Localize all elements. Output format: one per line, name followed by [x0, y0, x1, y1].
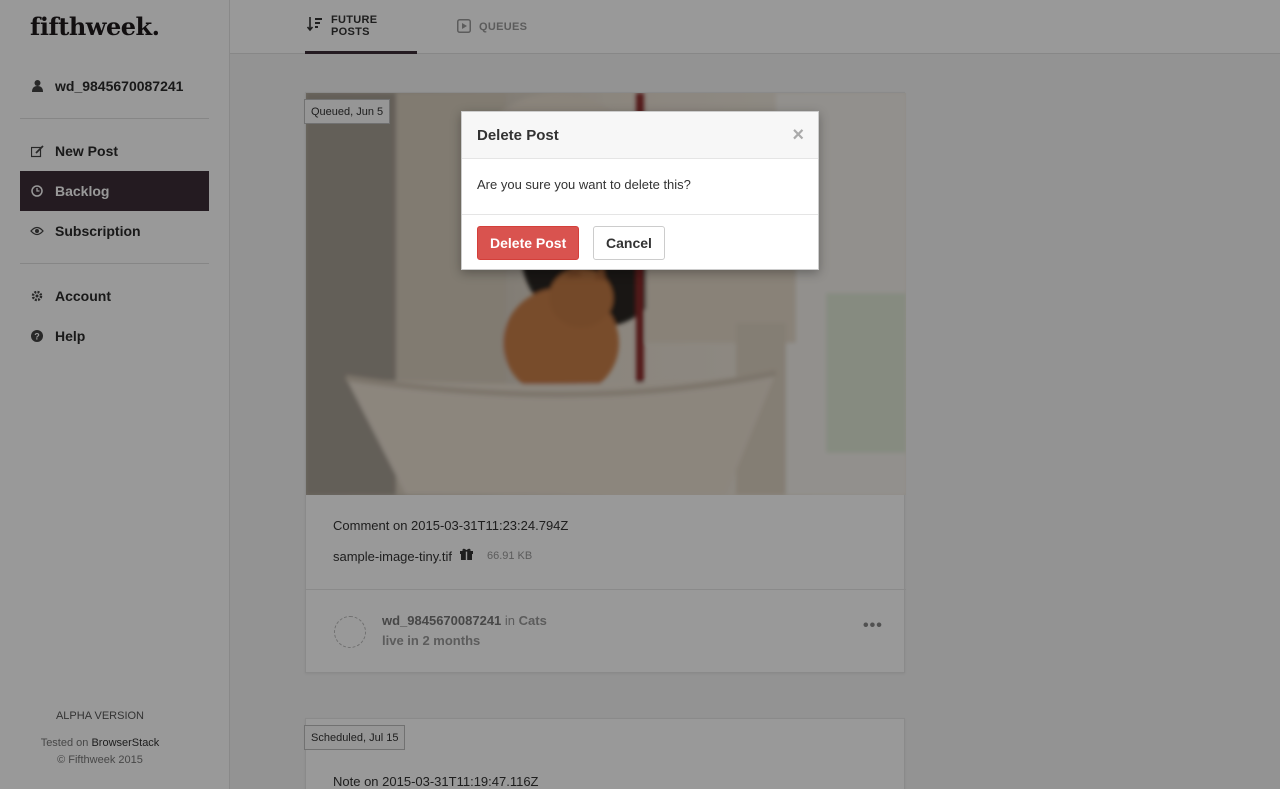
modal-title: Delete Post: [477, 127, 559, 144]
cancel-button[interactable]: Cancel: [593, 226, 665, 260]
delete-post-button[interactable]: Delete Post: [477, 226, 580, 260]
modal-body: Are you sure you want to delete this?: [462, 159, 818, 215]
modal-footer: Delete Post Cancel: [462, 215, 818, 269]
modal-header: Delete Post ×: [462, 112, 818, 159]
delete-post-dialog: Delete Post × Are you sure you want to d…: [461, 111, 819, 270]
modal-message: Are you sure you want to delete this?: [477, 177, 691, 192]
close-icon[interactable]: ×: [792, 125, 804, 145]
